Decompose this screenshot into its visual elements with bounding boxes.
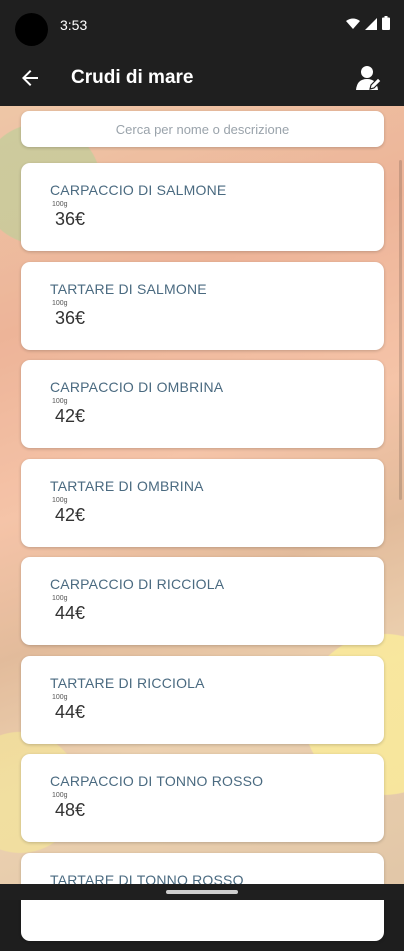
item-price: 36€ [55, 209, 86, 229]
item-name: CARPACCIO DI TONNO ROSSO [50, 773, 264, 789]
system-icons [346, 16, 390, 35]
menu-item-card[interactable]: CARPACCIO DI SALMONE 100g 36€ [21, 163, 384, 251]
item-name: TARTARE DI OMBRINA [50, 477, 204, 494]
menu-item-card[interactable]: CARPACCIO DI OMBRINA 100g 42€ [21, 360, 384, 448]
item-price: 36€ [55, 307, 86, 328]
item-name: CARPACCIO DI SALMONE [50, 182, 227, 198]
item-unit: 100g [52, 595, 68, 602]
camera-cutout [15, 13, 48, 46]
item-name: CARPACCIO DI RICCIOLA [50, 576, 225, 592]
battery-icon [382, 16, 390, 35]
item-price: 42€ [55, 504, 86, 525]
wifi-icon [346, 17, 360, 35]
menu-item-card[interactable]: TARTARE DI SALMONE 100g 36€ [21, 261, 384, 350]
user-account-icon[interactable] [356, 64, 382, 92]
item-price: 44€ [55, 603, 86, 623]
menu-item-card[interactable]: TARTARE DI OMBRINA 100g 42€ [21, 458, 384, 547]
search-input[interactable]: Cerca per nome o descrizione [21, 111, 384, 147]
item-unit: 100g [52, 792, 68, 799]
item-name: CARPACCIO DI OMBRINA [50, 379, 224, 395]
home-gesture-handle[interactable] [166, 890, 238, 894]
item-name: TARTARE DI RICCIOLA [50, 674, 205, 691]
item-unit: 100g [52, 496, 68, 504]
status-bar: 3:53 [0, 0, 404, 52]
status-time: 3:53 [60, 17, 88, 33]
back-arrow-icon[interactable] [18, 66, 42, 90]
signal-icon [365, 17, 377, 35]
menu-item-list: CARPACCIO DI SALMONE 100g 36€ TARTARE DI… [21, 163, 384, 951]
menu-item-card[interactable]: CARPACCIO DI RICCIOLA 100g 44€ [21, 557, 384, 645]
scrollbar[interactable] [399, 160, 402, 500]
navigation-bar [0, 884, 404, 900]
item-name: TARTARE DI SALMONE [50, 280, 207, 297]
item-unit: 100g [52, 398, 68, 405]
page-title: Crudi di mare [71, 67, 194, 88]
item-price: 42€ [55, 406, 86, 426]
item-unit: 100g [52, 201, 68, 208]
item-unit: 100g [52, 693, 68, 701]
item-unit: 100g [52, 299, 68, 307]
item-price: 44€ [55, 701, 86, 722]
menu-item-card[interactable]: CARPACCIO DI TONNO ROSSO 100g 48€ [21, 754, 384, 842]
menu-item-card[interactable]: TARTARE DI RICCIOLA 100g 44€ [21, 655, 384, 744]
app-bar: Crudi di mare [0, 52, 404, 106]
item-price: 48€ [55, 800, 86, 820]
